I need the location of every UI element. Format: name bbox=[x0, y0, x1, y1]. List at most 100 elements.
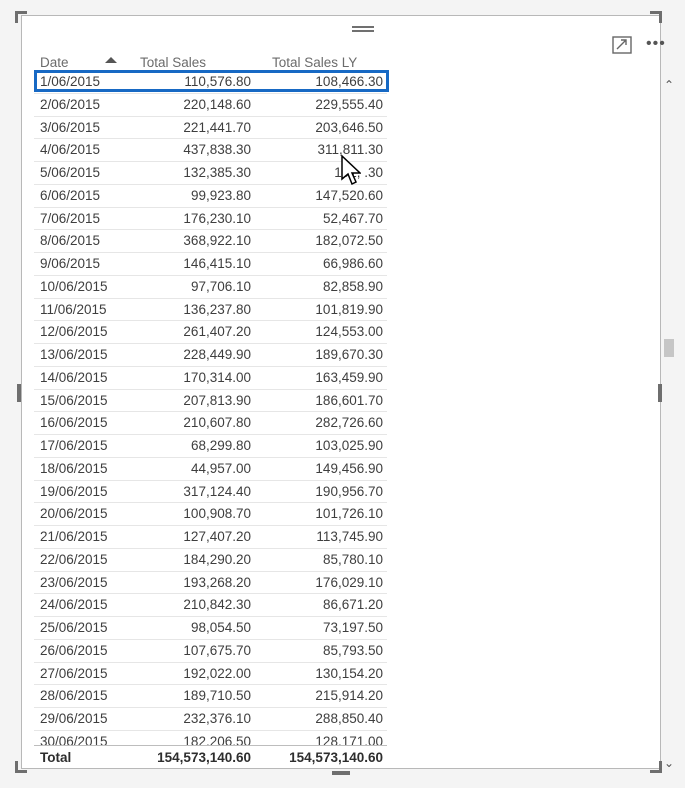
cell-total-sales-ly: 101,819.90 bbox=[315, 301, 383, 317]
total-row: Total 154,573,140.60 154,573,140.60 bbox=[34, 745, 387, 768]
cell-date: 10/06/2015 bbox=[40, 278, 108, 294]
table-row[interactable]: 8/06/2015 368,922.10 182,072.50 bbox=[34, 230, 387, 253]
cell-date: 24/06/2015 bbox=[40, 597, 108, 613]
cell-total-sales-ly: 189,670.30 bbox=[315, 347, 383, 362]
table-row[interactable]: 20/06/2015 100,908.70 101,726.10 bbox=[34, 503, 387, 526]
table-row[interactable]: 29/06/2015 232,376.10 288,850.40 bbox=[34, 708, 387, 731]
cell-total-sales-ly: 190,956.70 bbox=[315, 483, 383, 499]
table-row[interactable]: 28/06/2015 189,710.50 215,914.20 bbox=[34, 685, 387, 708]
cell-total-sales: 182,206.50 bbox=[183, 733, 251, 745]
cell-total-sales: 44,957.00 bbox=[190, 460, 251, 476]
cell-total-sales: 221,441.70 bbox=[183, 119, 251, 135]
table-row[interactable]: 11/06/2015 136,237.80 101,819.90 bbox=[34, 299, 387, 322]
sort-ascending-icon[interactable] bbox=[105, 57, 117, 63]
cell-date: 17/06/2015 bbox=[40, 438, 108, 453]
column-header-date[interactable]: Date bbox=[40, 55, 69, 70]
cell-total-sales: 210,607.80 bbox=[183, 415, 251, 431]
resize-handle-bottom-left-v[interactable] bbox=[15, 761, 18, 773]
cell-total-sales-ly: 101,726.10 bbox=[315, 506, 383, 522]
cell-date: 27/06/2015 bbox=[40, 665, 108, 681]
cell-date: 29/06/2015 bbox=[40, 711, 108, 726]
cell-total-sales: 170,314.00 bbox=[183, 369, 251, 385]
total-sales-ly-value: 154,573,140.60 bbox=[289, 750, 383, 765]
cell-total-sales: 136,237.80 bbox=[183, 301, 251, 317]
table-row[interactable]: 17/06/2015 68,299.80 103,025.90 bbox=[34, 435, 387, 458]
cell-total-sales: 132,385.30 bbox=[183, 165, 251, 180]
cell-date: 7/06/2015 bbox=[40, 210, 101, 226]
resize-handle-bottom-right-v[interactable] bbox=[659, 761, 662, 773]
cell-date: 12/06/2015 bbox=[40, 324, 108, 340]
table-row[interactable]: 4/06/2015 437,838.30 311,811.30 bbox=[34, 139, 387, 162]
cell-total-sales: 193,268.20 bbox=[183, 574, 251, 590]
more-options-icon[interactable]: ••• bbox=[646, 35, 674, 53]
cell-total-sales: 317,124.40 bbox=[183, 483, 251, 499]
cell-total-sales-ly: 176,029.10 bbox=[315, 574, 383, 590]
cell-total-sales: 100,908.70 bbox=[183, 506, 251, 522]
cell-date: 9/06/2015 bbox=[40, 256, 101, 271]
table-row[interactable]: 18/06/2015 44,957.00 149,456.90 bbox=[34, 458, 387, 481]
cell-total-sales: 98,054.50 bbox=[190, 620, 251, 635]
scroll-up-icon[interactable]: ⌃ bbox=[662, 78, 676, 92]
cell-total-sales: 232,376.10 bbox=[183, 711, 251, 726]
scrollbar-thumb[interactable] bbox=[664, 339, 674, 357]
total-sales-value: 154,573,140.60 bbox=[157, 750, 251, 765]
cell-total-sales: 107,675.70 bbox=[183, 642, 251, 658]
cell-total-sales-ly: 128,171.00 bbox=[315, 733, 383, 745]
table-row[interactable]: 3/06/2015 221,441.70 203,646.50 bbox=[34, 117, 387, 140]
cell-date: 6/06/2015 bbox=[40, 187, 101, 203]
resize-handle-top-left-v[interactable] bbox=[15, 11, 18, 23]
table-header: Date Total Sales Total Sales LY bbox=[34, 53, 387, 71]
table-row[interactable]: 16/06/2015 210,607.80 282,726.60 bbox=[34, 412, 387, 435]
table-row[interactable]: 5/06/2015132,385.30191, .30 bbox=[34, 162, 387, 185]
cell-total-sales: 437,838.30 bbox=[183, 142, 251, 158]
table-row[interactable]: 19/06/2015 317,124.40 190,956.70 bbox=[34, 481, 387, 504]
cell-date: 13/06/2015 bbox=[40, 347, 108, 362]
cell-total-sales-ly: 149,456.90 bbox=[315, 460, 383, 476]
column-header-total-sales[interactable]: Total Sales bbox=[140, 55, 206, 70]
drag-grip-icon[interactable] bbox=[352, 26, 374, 36]
cell-date: 23/06/2015 bbox=[40, 574, 108, 590]
table-row[interactable]: 6/06/2015 99,923.80 147,520.60 bbox=[34, 185, 387, 208]
cell-date: 4/06/2015 bbox=[40, 142, 101, 158]
cell-total-sales: 228,449.90 bbox=[183, 347, 251, 362]
focus-mode-icon[interactable] bbox=[612, 36, 632, 54]
cell-date: 26/06/2015 bbox=[40, 642, 108, 658]
cell-total-sales: 368,922.10 bbox=[183, 233, 251, 249]
cell-total-sales-ly: 85,793.50 bbox=[322, 642, 383, 658]
cell-total-sales-ly: 288,850.40 bbox=[315, 711, 383, 726]
cell-total-sales: 192,022.00 bbox=[183, 665, 251, 681]
table-row[interactable]: 13/06/2015 228,449.90 189,670.30 bbox=[34, 344, 387, 367]
cell-date: 8/06/2015 bbox=[40, 233, 101, 249]
table-row[interactable]: 7/06/2015 176,230.10 52,467.70 bbox=[34, 208, 387, 231]
resize-handle-bottom[interactable] bbox=[332, 771, 350, 775]
cell-total-sales-ly: 85,780.10 bbox=[322, 551, 383, 567]
resize-handle-right[interactable] bbox=[658, 384, 662, 402]
table-row[interactable]: 30/06/2015 182,206.50 128,171.00 bbox=[34, 731, 387, 745]
resize-handle-left[interactable] bbox=[17, 384, 21, 402]
table-row[interactable]: 25/06/2015 98,054.50 73,197.50 bbox=[34, 617, 387, 640]
cell-date: 30/06/2015 bbox=[40, 733, 108, 745]
scroll-down-icon[interactable]: ⌄ bbox=[662, 756, 676, 770]
column-header-total-sales-ly[interactable]: Total Sales LY bbox=[272, 55, 357, 70]
table-row[interactable]: 23/06/2015 193,268.20 176,029.10 bbox=[34, 572, 387, 595]
table-row[interactable]: 21/06/2015 127,407.20 113,745.90 bbox=[34, 526, 387, 549]
table-row[interactable]: 22/06/2015 184,290.20 85,780.10 bbox=[34, 549, 387, 572]
cell-date: 25/06/2015 bbox=[40, 620, 108, 635]
table-row[interactable]: 2/06/2015 220,148.60 229,555.40 bbox=[34, 94, 387, 117]
cell-total-sales-ly: 124,553.00 bbox=[315, 324, 383, 340]
cell-date: 22/06/2015 bbox=[40, 551, 108, 567]
table-row[interactable]: 15/06/2015 207,813.90 186,601.70 bbox=[34, 390, 387, 413]
cell-total-sales: 176,230.10 bbox=[183, 210, 251, 226]
mouse-cursor-icon bbox=[341, 155, 361, 186]
table-row[interactable]: 9/06/2015 146,415.10 66,986.60 bbox=[34, 253, 387, 276]
table-row[interactable]: 26/06/2015 107,675.70 85,793.50 bbox=[34, 640, 387, 663]
table-row[interactable]: 12/06/2015 261,407.20 124,553.00 bbox=[34, 321, 387, 344]
table-row[interactable]: 27/06/2015 192,022.00 130,154.20 bbox=[34, 663, 387, 686]
resize-handle-top-right-v[interactable] bbox=[659, 11, 662, 23]
table-row[interactable]: 10/06/2015 97,706.10 82,858.90 bbox=[34, 276, 387, 299]
cell-total-sales: 68,299.80 bbox=[190, 438, 251, 453]
cell-total-sales-ly: 82,858.90 bbox=[322, 278, 383, 294]
table-row[interactable]: 14/06/2015 170,314.00 163,459.90 bbox=[34, 367, 387, 390]
cell-total-sales: 261,407.20 bbox=[183, 324, 251, 340]
table-row[interactable]: 24/06/2015 210,842.30 86,671.20 bbox=[34, 594, 387, 617]
